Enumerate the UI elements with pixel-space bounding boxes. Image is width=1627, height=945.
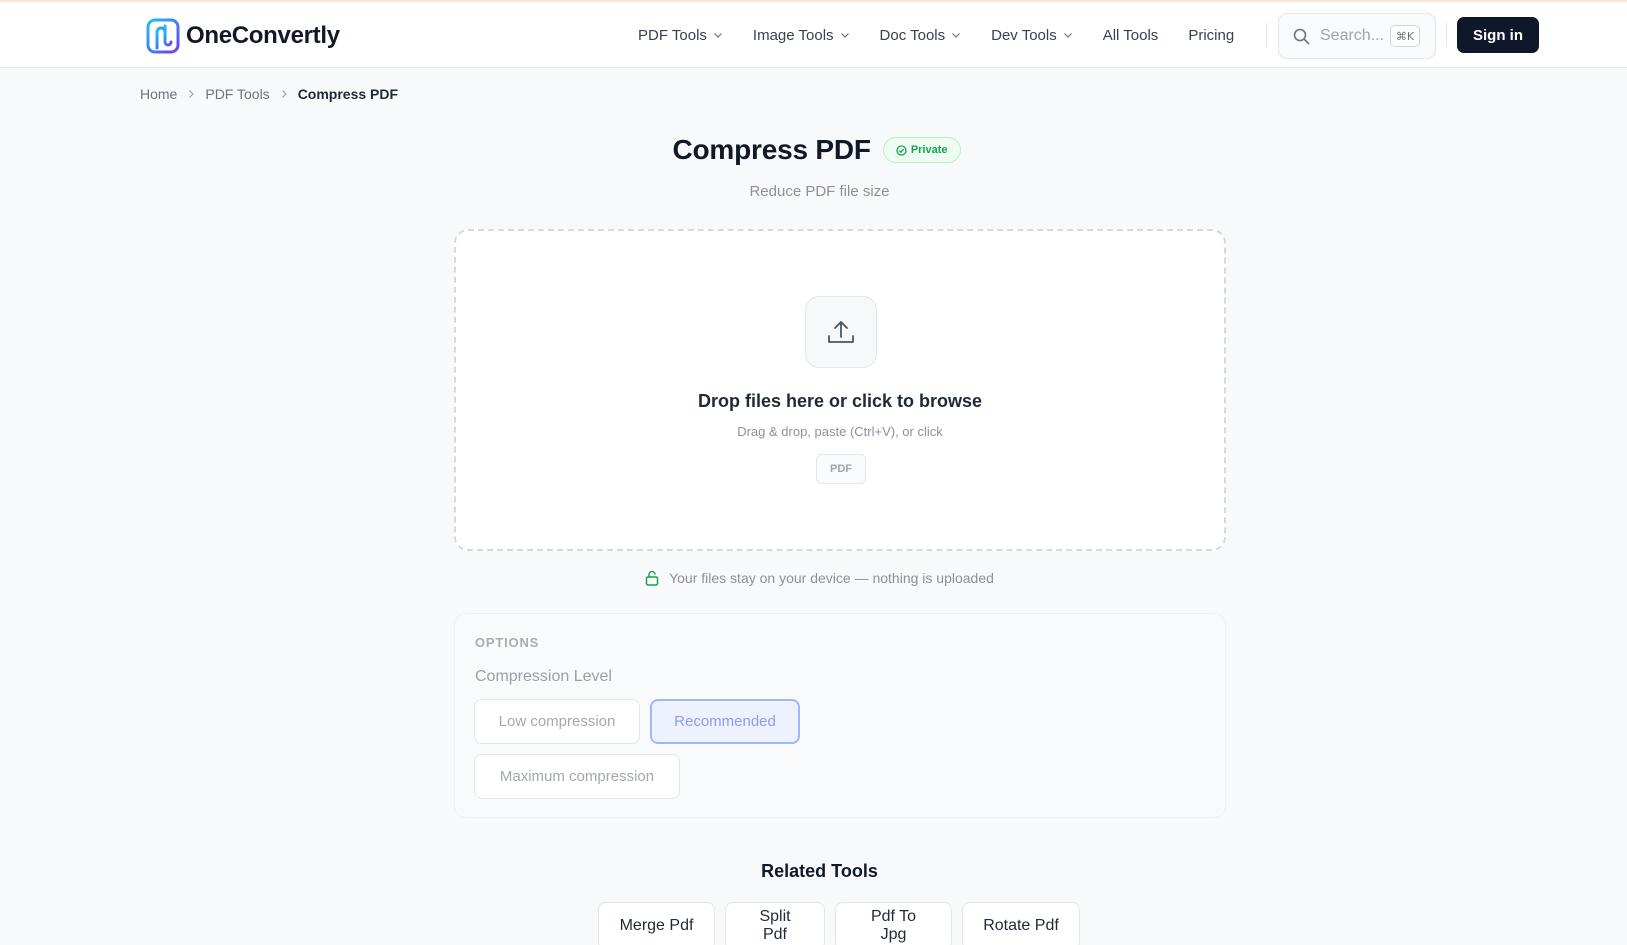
breadcrumb-pdf-tools[interactable]: PDF Tools <box>205 86 269 102</box>
privacy-text: Your files stay on your device — nothing… <box>669 570 994 586</box>
search-input[interactable]: Search... ⌘K <box>1278 13 1436 59</box>
search-placeholder: Search... <box>1320 27 1385 44</box>
accepted-format-chip: PDF <box>816 454 866 484</box>
breadcrumb: Home PDF Tools Compress PDF <box>140 86 398 102</box>
nav-doc-tools[interactable]: Doc Tools <box>880 22 962 48</box>
shield-check-icon <box>896 144 907 156</box>
options-heading: OPTIONS <box>475 635 540 650</box>
lock-icon <box>645 570 659 586</box>
file-dropzone[interactable]: Drop files here or click to browse Drag … <box>454 229 1226 551</box>
nav-all-tools[interactable]: All Tools <box>1103 22 1159 48</box>
chevron-down-icon <box>713 33 722 38</box>
related-tools-title: Related Tools <box>761 861 878 881</box>
nav-dev-tools[interactable]: Dev Tools <box>991 22 1073 48</box>
page-subtitle: Reduce PDF file size <box>749 183 890 200</box>
upload-icon <box>828 321 854 343</box>
breadcrumb-current: Compress PDF <box>297 86 399 102</box>
nav-label: Image Tools <box>752 26 834 44</box>
related-pdf-to-jpg[interactable]: Pdf To Jpg <box>835 902 952 945</box>
page-title: Compress PDF <box>672 134 871 165</box>
page-title-row: Compress PDF Private <box>0 134 1627 166</box>
chevron-down-icon <box>952 33 961 38</box>
chevron-right-icon <box>186 89 196 99</box>
related-merge-pdf[interactable]: Merge Pdf <box>598 902 715 945</box>
chevron-down-icon <box>1063 33 1072 38</box>
privacy-note: Your files stay on your device — nothing… <box>0 570 1627 586</box>
nav-pdf-tools[interactable]: PDF Tools <box>638 22 723 48</box>
chevron-down-icon <box>840 33 849 38</box>
option-maximum-compression[interactable]: Maximum compression <box>474 754 680 799</box>
upload-icon-box <box>805 296 877 368</box>
private-badge: Private <box>882 137 961 163</box>
sign-in-button[interactable]: Sign in <box>1457 17 1539 53</box>
nav-divider <box>1266 23 1267 47</box>
chevron-right-icon <box>279 89 289 99</box>
related-split-pdf[interactable]: Split Pdf <box>725 902 825 945</box>
badge-label: Private <box>910 144 948 156</box>
nav-label: PDF Tools <box>638 26 707 44</box>
breadcrumb-home[interactable]: Home <box>140 86 177 102</box>
nav-label: Doc Tools <box>879 26 946 44</box>
search-icon <box>1293 28 1310 44</box>
option-recommended[interactable]: Recommended <box>650 699 800 744</box>
related-rotate-pdf[interactable]: Rotate Pdf <box>962 902 1080 945</box>
site-header: OneConvertly PDF Tools Image Tools Doc T… <box>0 2 1627 68</box>
option-low-compression[interactable]: Low compression <box>474 699 640 744</box>
nav-pricing[interactable]: Pricing <box>1188 22 1234 48</box>
nav-label: All Tools <box>1102 26 1159 44</box>
logo-icon <box>146 18 180 54</box>
main-nav: PDF Tools Image Tools Doc Tools Dev Tool… <box>638 22 1264 48</box>
nav-label: Dev Tools <box>991 26 1057 44</box>
options-panel: OPTIONS Compression Level Low compressio… <box>454 613 1226 818</box>
compression-level-label: Compression Level <box>475 668 612 685</box>
search-shortcut-key: ⌘K <box>1390 25 1420 47</box>
nav-image-tools[interactable]: Image Tools <box>753 22 850 48</box>
related-tools-list: Merge Pdf Split Pdf Pdf To Jpg Rotate Pd… <box>598 902 1080 945</box>
dropzone-subtitle: Drag & drop, paste (Ctrl+V), or click <box>737 424 943 439</box>
dropzone-title: Drop files here or click to browse <box>697 391 983 411</box>
brand-name: OneConvertly <box>186 22 340 49</box>
nav-label: Pricing <box>1188 26 1235 44</box>
nav-divider <box>1446 23 1447 47</box>
brand-logo[interactable]: OneConvertly <box>146 18 340 54</box>
